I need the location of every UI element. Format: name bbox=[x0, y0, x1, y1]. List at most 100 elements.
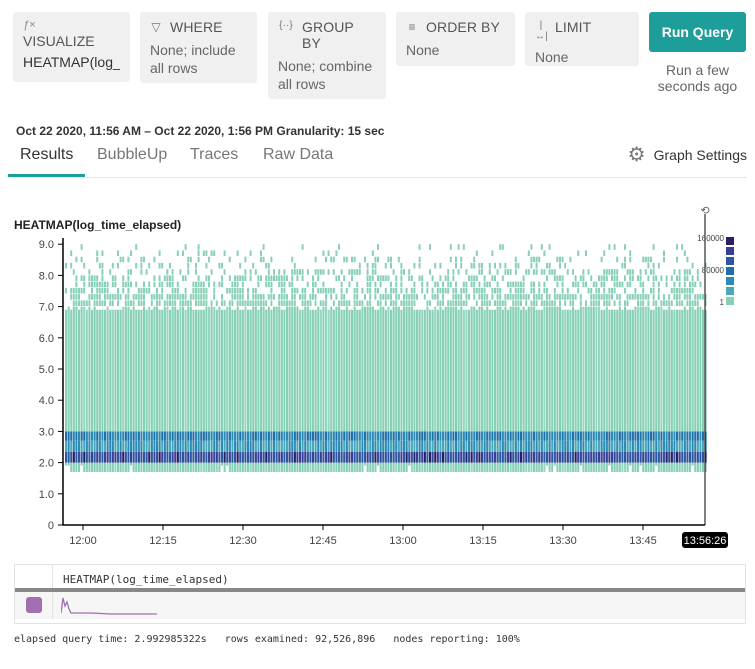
heatmap-cell bbox=[106, 451, 109, 463]
heatmap-cell bbox=[522, 281, 525, 288]
heatmap-cell bbox=[312, 287, 314, 294]
heatmap-cell bbox=[317, 269, 320, 275]
heatmap-cell bbox=[221, 275, 223, 281]
query-stats: elapsed query time: 2.992985322s rows ex… bbox=[14, 634, 520, 645]
heatmap-cell bbox=[356, 309, 359, 432]
heatmap-cell bbox=[553, 294, 556, 300]
heatmap-cell bbox=[221, 262, 223, 269]
heatmap-cell bbox=[543, 250, 546, 256]
heatmap-cell bbox=[96, 256, 99, 263]
heatmap-cell bbox=[686, 451, 689, 463]
limit-clause[interactable]: |↔| LIMIT None bbox=[525, 12, 639, 66]
heatmap-cell bbox=[689, 451, 692, 463]
heatmap-cell bbox=[358, 431, 361, 441]
visualize-clause[interactable]: ƒ× VISUALIZE HEATMAP(log_ bbox=[13, 12, 130, 82]
heatmap-cell bbox=[535, 300, 538, 306]
heatmap-cell bbox=[169, 294, 171, 300]
heatmap-cell bbox=[169, 275, 171, 281]
heatmap-cell bbox=[475, 250, 478, 256]
heatmap-cell bbox=[621, 262, 624, 269]
legend-swatch bbox=[726, 267, 734, 275]
heatmap-cell bbox=[514, 306, 517, 432]
heatmap-cell bbox=[267, 451, 270, 463]
heatmap-cell bbox=[327, 451, 330, 463]
heatmap-cell bbox=[569, 431, 572, 441]
tab-results[interactable]: Results bbox=[20, 146, 73, 164]
heatmap-cell bbox=[590, 440, 593, 452]
group-by-clause[interactable]: {··} GROUP BY None; combine all rows bbox=[268, 12, 386, 99]
run-query-button[interactable]: Run Query bbox=[649, 12, 746, 52]
heatmap-cell bbox=[481, 431, 484, 441]
heatmap-cell bbox=[608, 269, 611, 275]
heatmap-cell bbox=[538, 294, 541, 300]
heatmap-cell bbox=[395, 440, 398, 452]
heatmap-cell bbox=[241, 300, 244, 306]
heatmap-cell bbox=[611, 309, 614, 432]
heatmap-cell bbox=[283, 275, 286, 281]
heatmap-cell bbox=[262, 244, 265, 250]
heatmap-cell bbox=[660, 440, 663, 452]
heatmap-cell bbox=[299, 440, 302, 452]
heatmap-cell bbox=[530, 287, 533, 294]
heatmap-cell bbox=[234, 287, 236, 294]
heatmap-cell bbox=[579, 440, 582, 452]
tab-raw-data[interactable]: Raw Data bbox=[263, 146, 333, 164]
summary-row[interactable] bbox=[15, 592, 745, 619]
heatmap-cell bbox=[117, 309, 120, 432]
heatmap-cell bbox=[647, 306, 650, 432]
heatmap-cell bbox=[429, 440, 432, 452]
reset-zoom-icon[interactable]: ⟲ bbox=[700, 205, 709, 217]
heatmap-cell bbox=[171, 440, 174, 452]
heatmap-cell bbox=[631, 309, 634, 432]
heatmap-cell bbox=[293, 287, 296, 294]
heatmap-cell bbox=[683, 306, 686, 432]
tab-bubbleup[interactable]: BubbleUp bbox=[97, 146, 167, 164]
heatmap-cell bbox=[462, 431, 465, 441]
legend-swatch bbox=[726, 257, 734, 265]
heatmap-cell bbox=[296, 451, 299, 463]
heatmap-cell bbox=[442, 440, 445, 452]
heatmap-cell bbox=[455, 431, 458, 441]
heatmap-cell bbox=[202, 300, 205, 306]
heatmap-cell bbox=[572, 431, 575, 441]
heatmap-cell bbox=[65, 462, 68, 466]
heatmap-cell bbox=[678, 440, 681, 452]
series-color-swatch[interactable] bbox=[26, 597, 42, 613]
heatmap-cell bbox=[197, 244, 200, 250]
heatmap-chart[interactable]: 01.02.03.04.05.06.07.08.09.0 12:00 12:15 1… bbox=[0, 200, 755, 560]
nodes-value: 100% bbox=[495, 634, 520, 645]
heatmap-cell bbox=[527, 440, 530, 452]
y-axis: 01.02.03.04.05.06.07.08.09.0 bbox=[39, 237, 64, 532]
heatmap-cell bbox=[408, 440, 411, 452]
heatmap-cell bbox=[244, 462, 247, 472]
heatmap-cell bbox=[403, 300, 405, 306]
heatmap-cell bbox=[436, 451, 439, 463]
heatmap-cell bbox=[470, 451, 473, 463]
heatmap-cell bbox=[364, 256, 366, 263]
heatmap-cell bbox=[330, 294, 333, 300]
heatmap-cell bbox=[457, 309, 460, 432]
heatmap-cell bbox=[223, 309, 226, 432]
heatmap-cell bbox=[122, 440, 125, 452]
heatmap-cell bbox=[312, 281, 314, 288]
heatmap-cell bbox=[613, 269, 616, 275]
heatmap-cell bbox=[639, 275, 642, 281]
heatmap-cell bbox=[395, 431, 398, 441]
order-by-clause[interactable]: ≡ ORDER BY None bbox=[396, 12, 515, 66]
heatmap-cell bbox=[174, 462, 177, 472]
graph-settings-label: Graph Settings bbox=[653, 147, 747, 163]
heatmap-cell bbox=[148, 451, 151, 463]
heatmap-cell bbox=[249, 431, 252, 441]
heatmap-cell bbox=[205, 294, 208, 300]
where-clause[interactable]: ▽ WHERE None; include all rows bbox=[140, 12, 257, 83]
heatmap-cell bbox=[364, 294, 366, 300]
tab-traces[interactable]: Traces bbox=[190, 146, 238, 164]
heatmap-cell bbox=[325, 451, 328, 463]
graph-settings-button[interactable]: ⚙ Graph Settings bbox=[628, 145, 747, 165]
heatmap-cell bbox=[197, 309, 200, 432]
x-tick-label: 12:15 bbox=[149, 535, 177, 547]
heatmap-cell bbox=[535, 309, 538, 432]
heatmap-cell bbox=[299, 309, 302, 432]
heatmap-cell bbox=[590, 306, 593, 432]
heatmap-cell bbox=[452, 275, 455, 281]
